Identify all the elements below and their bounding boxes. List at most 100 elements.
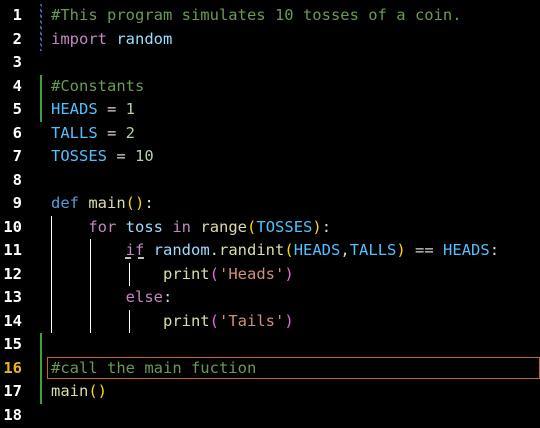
code-line[interactable]: 8 [0, 169, 540, 193]
code-token: 'Heads' [219, 264, 285, 283]
code-token: main [51, 382, 89, 400]
code-text: #call the main fuction [51, 357, 256, 381]
code-text: if random.randint(HEADS,TALLS) == HEADS: [51, 239, 499, 263]
code-token: random [153, 241, 210, 259]
code-token: 2 [125, 123, 136, 142]
git-change-marker [40, 380, 42, 404]
code-text: def main(): [51, 192, 154, 216]
code-token: HEADS [51, 100, 98, 118]
code-token: : [321, 217, 332, 236]
code-token: ) [312, 217, 322, 236]
line-number: 5 [12, 100, 22, 118]
code-token: print [162, 264, 210, 283]
code-line[interactable]: 16 #call the main fuction [0, 356, 540, 381]
code-token: 'Tails' [219, 311, 285, 330]
git-change-marker [40, 27, 42, 51]
code-text: for toss in range(TOSSES): [51, 216, 331, 240]
code-token: : [489, 241, 500, 259]
line-number: 1 [12, 6, 22, 24]
code-line[interactable]: 15 [0, 333, 540, 357]
code-token: 1 [125, 100, 136, 118]
code-token: ( [284, 241, 294, 259]
code-text: else: [51, 286, 173, 310]
code-line[interactable]: 2 import random [0, 27, 540, 52]
code-token: = [97, 123, 126, 142]
line-number: 9 [12, 194, 22, 212]
code-line[interactable]: 5 HEADS = 1 [0, 98, 540, 122]
code-line[interactable]: 18 [0, 404, 540, 428]
code-token: () [88, 382, 107, 400]
code-token: print [162, 311, 210, 330]
code-text: TALLS = 2 [51, 122, 135, 146]
line-number: 7 [12, 147, 22, 165]
code-token: main [88, 194, 126, 212]
code-text: HEADS = 1 [51, 98, 135, 122]
code-token: 10 [135, 147, 154, 165]
code-token: def [51, 194, 79, 212]
code-line[interactable]: 7 TOSSES = 10 [0, 145, 540, 169]
code-token: ) [284, 264, 294, 283]
code-line[interactable]: 3 [0, 51, 540, 75]
line-number: 17 [3, 382, 22, 400]
line-number: 8 [12, 170, 22, 189]
code-line[interactable]: 12 print('Heads') [0, 262, 540, 286]
code-line[interactable]: 1 #This program simulates 10 tosses of a … [0, 4, 540, 28]
line-number: 13 [3, 288, 22, 306]
code-token: : [144, 194, 154, 212]
line-number: 10 [3, 217, 22, 236]
code-line[interactable]: 4 #Constants [0, 74, 540, 99]
code-token: HEADS [293, 241, 341, 259]
code-token: import [51, 29, 107, 48]
code-line[interactable]: 9 def main(): [0, 192, 540, 216]
line-number: 16 [3, 358, 22, 377]
line-number: 14 [3, 311, 22, 330]
code-token: = [107, 147, 135, 165]
code-line[interactable]: 17 main() [0, 380, 540, 404]
code-lines[interactable]: 1 #This program simulates 10 tosses of a … [0, 4, 540, 427]
code-line[interactable]: 13 else: [0, 286, 540, 310]
code-text: #Constants [51, 75, 144, 99]
code-token: TALLS [51, 123, 98, 142]
code-text: print('Tails') [51, 310, 294, 334]
code-line[interactable]: 14 print('Tails') [0, 309, 540, 334]
code-token: HEADS [443, 241, 490, 259]
code-line[interactable]: 10 for toss in range(TOSSES): [0, 215, 540, 240]
code-text: TOSSES = 10 [51, 145, 154, 169]
code-token: , [340, 241, 350, 259]
code-token: TOSSES [256, 217, 313, 236]
code-token: #call the main fuction [51, 358, 257, 377]
git-change-marker [40, 74, 42, 98]
code-line[interactable]: 11 if random.randint(HEADS,TALLS) == HEA… [0, 239, 540, 263]
line-number: 6 [12, 123, 22, 142]
code-token: () [125, 194, 145, 212]
line-number: 3 [12, 53, 22, 71]
code-token: range [200, 217, 248, 236]
code-token: toss [125, 217, 163, 236]
code-token: . [209, 241, 220, 259]
code-token: ( [209, 264, 219, 283]
code-text: #This program simulates 10 tosses of a c… [51, 4, 462, 28]
line-number: 2 [12, 29, 22, 48]
line-number: 12 [3, 264, 22, 283]
code-token: : [162, 288, 173, 306]
code-token: TALLS [349, 241, 397, 259]
code-token: = [97, 100, 126, 118]
code-token: randint [219, 241, 285, 259]
code-token: TOSSES [51, 147, 107, 165]
code-token: ) [396, 241, 406, 259]
code-line[interactable]: 6 TALLS = 2 [0, 122, 540, 146]
code-token: if [125, 241, 145, 259]
code-editor[interactable]: 1 #This program simulates 10 tosses of a … [0, 0, 540, 428]
line-number: 11 [3, 241, 22, 259]
code-text: import random [51, 28, 172, 52]
